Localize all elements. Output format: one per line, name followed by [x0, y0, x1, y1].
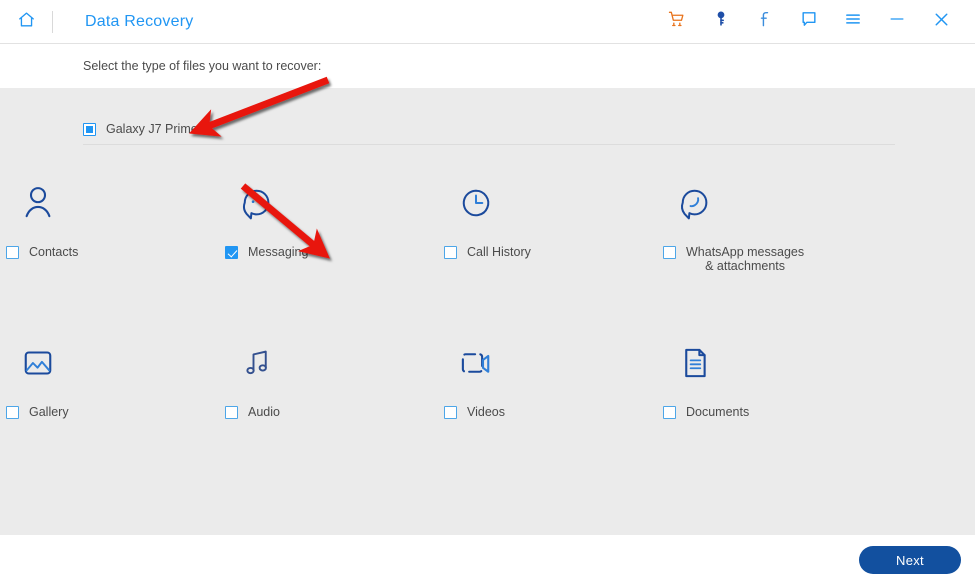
contacts-check-row[interactable]: Contacts	[6, 245, 79, 259]
close-button[interactable]	[919, 0, 963, 44]
titlebar-divider	[52, 10, 53, 33]
gallery-check-row[interactable]: Gallery	[6, 405, 69, 419]
device-separator	[83, 144, 895, 145]
call-history-check-row[interactable]: Call History	[444, 245, 531, 259]
page-title: Data Recovery	[85, 12, 194, 30]
file-type-grid: Contacts Messaging Call History WhatsApp…	[0, 174, 975, 494]
whatsapp-label: WhatsApp messages & attachments	[686, 245, 805, 273]
register-key-button[interactable]	[699, 0, 743, 44]
menu-button[interactable]	[831, 0, 875, 44]
audio-label: Audio	[248, 405, 280, 419]
instruction-bar: Select the type of files you want to rec…	[0, 44, 975, 88]
device-label: Galaxy J7 Prime	[106, 122, 198, 136]
call-history-label: Call History	[467, 245, 531, 259]
cart-icon	[667, 9, 687, 34]
cart-button[interactable]	[655, 0, 699, 44]
device-checkbox[interactable]	[83, 122, 96, 136]
audio-checkbox[interactable]	[225, 406, 238, 419]
facebook-button[interactable]	[743, 0, 787, 44]
file-type-documents[interactable]: Documents	[657, 334, 876, 494]
feedback-icon	[799, 9, 819, 34]
call-history-checkbox[interactable]	[444, 246, 457, 259]
next-button[interactable]: Next	[859, 546, 961, 574]
close-icon	[931, 9, 952, 35]
device-row[interactable]: Galaxy J7 Prime	[83, 110, 893, 148]
instruction-text: Select the type of files you want to rec…	[83, 59, 322, 73]
music-note-icon	[236, 342, 278, 389]
documents-check-row[interactable]: Documents	[663, 405, 750, 419]
data-recovery-window: Data Recovery Select the type of files y…	[0, 0, 975, 585]
file-type-row: Gallery Audio Videos Documents	[0, 334, 975, 494]
file-type-call-history[interactable]: Call History	[438, 174, 657, 334]
file-type-messaging[interactable]: Messaging	[219, 174, 438, 334]
titlebar-actions	[655, 0, 963, 44]
home-button[interactable]	[0, 0, 52, 44]
audio-icon-wrap	[219, 342, 438, 389]
contact-person-icon	[17, 182, 59, 229]
content-panel: Galaxy J7 Prime Contacts Messaging Call …	[0, 88, 975, 535]
whatsapp-check-row[interactable]: WhatsApp messages & attachments	[663, 245, 805, 273]
audio-check-row[interactable]: Audio	[225, 405, 280, 419]
messaging-label: Messaging	[248, 245, 309, 259]
contacts-checkbox[interactable]	[6, 246, 19, 259]
title-bar: Data Recovery	[0, 0, 975, 44]
videos-label: Videos	[467, 405, 505, 419]
minimize-button[interactable]	[875, 0, 919, 44]
file-type-whatsapp[interactable]: WhatsApp messages & attachments	[657, 174, 876, 334]
key-icon	[711, 9, 731, 34]
file-type-gallery[interactable]: Gallery	[0, 334, 219, 494]
facebook-icon	[755, 9, 775, 34]
documents-label: Documents	[686, 405, 750, 419]
file-type-audio[interactable]: Audio	[219, 334, 438, 494]
document-file-icon	[674, 342, 716, 389]
file-type-row: Contacts Messaging Call History WhatsApp…	[0, 174, 975, 334]
contacts-label: Contacts	[29, 245, 79, 259]
clock-icon	[455, 182, 497, 229]
home-icon	[17, 10, 36, 34]
video-camera-icon	[455, 342, 497, 389]
whatsapp-icon-wrap	[657, 182, 876, 229]
messaging-checkbox[interactable]	[225, 246, 238, 259]
file-type-videos[interactable]: Videos	[438, 334, 657, 494]
messaging-check-row[interactable]: Messaging	[225, 245, 309, 259]
videos-checkbox[interactable]	[444, 406, 457, 419]
videos-icon-wrap	[438, 342, 657, 389]
videos-check-row[interactable]: Videos	[444, 405, 505, 419]
whatsapp-checkbox[interactable]	[663, 246, 676, 259]
feedback-button[interactable]	[787, 0, 831, 44]
gallery-label: Gallery	[29, 405, 69, 419]
whatsapp-bubble-icon	[674, 182, 716, 229]
contacts-icon-wrap	[0, 182, 219, 229]
gallery-icon-wrap	[0, 342, 219, 389]
messaging-icon-wrap	[219, 182, 438, 229]
footer-bar: Next	[0, 535, 975, 585]
documents-icon-wrap	[657, 342, 876, 389]
image-picture-icon	[17, 342, 59, 389]
menu-icon	[843, 9, 863, 34]
file-type-contacts[interactable]: Contacts	[0, 174, 219, 334]
gallery-checkbox[interactable]	[6, 406, 19, 419]
documents-checkbox[interactable]	[663, 406, 676, 419]
message-bubble-icon	[236, 182, 278, 229]
call-history-icon-wrap	[438, 182, 657, 229]
minimize-icon	[887, 9, 907, 34]
